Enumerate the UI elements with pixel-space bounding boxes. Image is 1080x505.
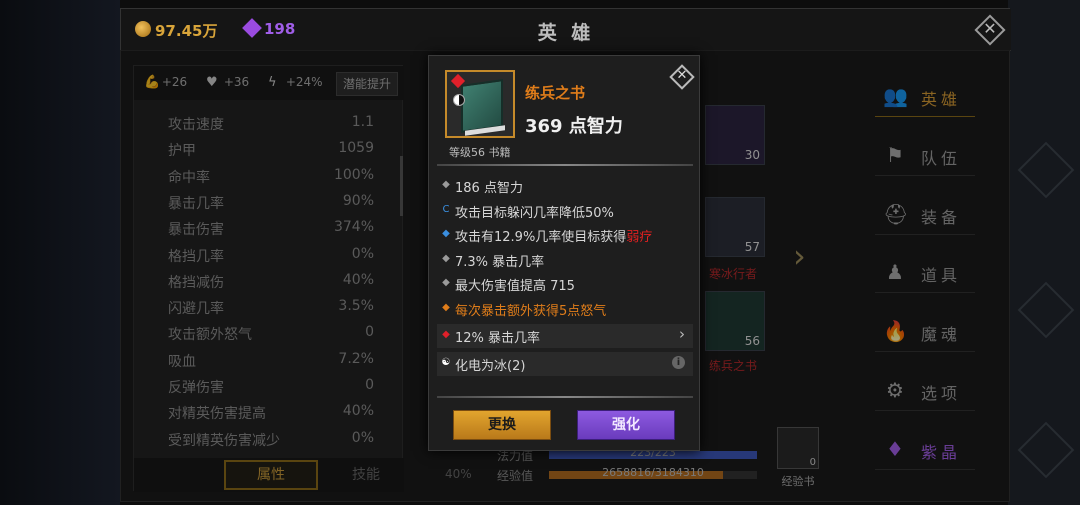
attribute-text: 攻击有12.9%几率使目标获得 [455, 230, 627, 246]
bullet-icon: ◆ [442, 228, 450, 240]
attribute-text-wrap: 每次暴击额外获得5点怒气 [455, 300, 606, 319]
side-diamond-icon [1017, 421, 1075, 479]
replace-button[interactable]: 更换 [453, 410, 551, 440]
info-icon[interactable]: i [672, 356, 685, 369]
item-main-stat: 369 点智力 [525, 116, 623, 137]
bullet-icon: ◆ [442, 277, 450, 289]
red-gem-icon: ◆ [442, 329, 450, 340]
item-name: 练兵之书 [525, 84, 586, 102]
set-bonus-text: 化电为冰(2) [455, 359, 526, 374]
set-bonus-row[interactable]: ☯ 化电为冰(2) i [437, 352, 693, 376]
item-icon-frame [445, 70, 515, 138]
yinyang-icon: ☯ [441, 357, 451, 368]
bullet-icon: ◆ [442, 252, 450, 264]
page-title: 英 雄 [537, 22, 595, 44]
side-diamond-icon [1017, 141, 1075, 199]
book-icon [461, 79, 503, 133]
attribute-highlight: 弱疗 [626, 230, 653, 246]
popup-close-button[interactable]: ✕ [669, 64, 695, 90]
divider [437, 164, 693, 166]
attribute-text: 186 点智力 [455, 181, 523, 196]
bullet-icon: ◆ [442, 179, 450, 190]
attribute-text: 攻击目标躲闪几率降低50% [455, 205, 614, 221]
close-icon: ✕ [983, 19, 997, 38]
attribute-text-wrap: 最大伤害值提高 715 [455, 275, 575, 294]
top-bar: 97.45万 198 英 雄 ✕ [121, 9, 1011, 51]
item-attribute: ◆ 7.3% 暴击几率 [437, 248, 693, 272]
divider [437, 396, 693, 398]
close-icon: ✕ [676, 68, 688, 83]
bullet-icon: ◆ [442, 302, 450, 313]
side-diamond-icon [1017, 281, 1075, 339]
chevron-right-icon: › [679, 325, 685, 343]
attribute-text-wrap: 攻击目标躲闪几率降低50% [455, 202, 614, 221]
item-attribute: ◆ 186 点智力 [437, 174, 693, 198]
attribute-text: 7.3% 暴击几率 [455, 254, 545, 270]
enhance-button[interactable]: 强化 [577, 410, 675, 440]
background-left [0, 0, 120, 505]
item-attribute: ◆ 最大伤害值提高 715 [437, 272, 693, 296]
item-attribute: ◆ 每次暴击额外获得5点怒气 [437, 297, 693, 321]
item-level-info: 等级56 书籍 [449, 146, 511, 159]
attribute-text-wrap: 186 点智力 [455, 177, 523, 196]
background-right [1008, 0, 1080, 505]
bullet-icon: C [442, 203, 450, 215]
item-detail-popup: 练兵之书 369 点智力 等级56 书籍 ✕ ◆ 186 点智力 C 攻击目标躲闪几率… [428, 55, 700, 451]
attribute-text: 最大伤害值提高 715 [455, 279, 575, 295]
socket-gem-text: 12% 暴击几率 [455, 331, 541, 346]
item-attribute: ◆ 攻击有12.9%几率使目标获得弱疗 [437, 223, 693, 247]
yinyang-icon [453, 94, 465, 106]
item-attribute: C 攻击目标躲闪几率降低50% [437, 199, 693, 223]
attribute-text-wrap: 7.3% 暴击几率 [455, 251, 544, 270]
attribute-text-wrap: 攻击有12.9%几率使目标获得弱疗 [455, 226, 652, 245]
attribute-text: 每次暴击额外获得5点怒气 [455, 304, 607, 319]
socket-gem-row[interactable]: ◆ 12% 暴击几率 › [437, 324, 693, 348]
close-window-button[interactable]: ✕ [974, 14, 1006, 46]
